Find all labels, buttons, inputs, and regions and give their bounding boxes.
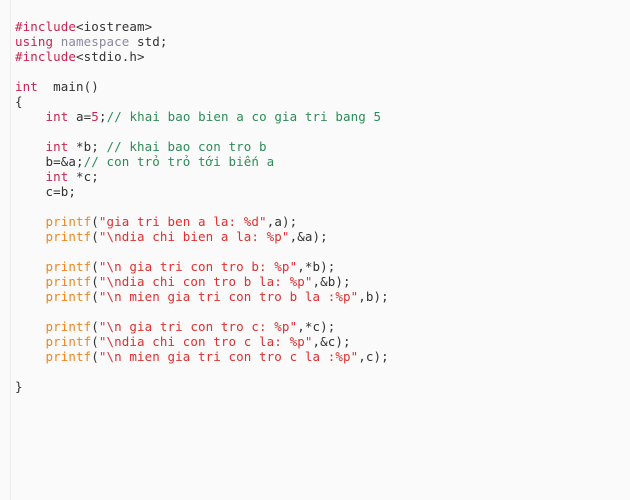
code-token-plain: *c; — [68, 168, 99, 184]
code-token-plain: main() — [37, 78, 99, 94]
code-line: #include<stdio.h> — [15, 49, 625, 64]
code-line: int a=5;// khai bao bien a co gia tri ba… — [15, 109, 625, 124]
code-line: { — [15, 94, 625, 109]
code-token-plain: } — [15, 378, 23, 394]
code-token-plain: c=b; — [15, 183, 77, 199]
code-token-cmt: // khai bao con tro b — [106, 138, 267, 154]
code-line: printf("\n gia tri con tro c: %p",*c); — [15, 319, 625, 334]
gutter-rule — [10, 0, 11, 500]
code-line: #include<iostream> — [15, 19, 625, 34]
code-token-fn: printf — [45, 258, 92, 274]
code-token-fn: printf — [45, 288, 92, 304]
code-line: int *b; // khai bao con tro b — [15, 139, 625, 154]
code-line: b=&a;// con trỏ trỏ tới biến a — [15, 154, 625, 169]
code-token-kw: int — [45, 138, 69, 154]
code-token-num: 5 — [91, 108, 99, 124]
code-token-kw: #include — [15, 18, 77, 34]
code-token-str: "gia tri ben a la: %d" — [98, 213, 267, 229]
code-token-plain: ( — [91, 333, 99, 349]
code-token-plain: ( — [91, 213, 99, 229]
code-token-kw: #include — [15, 48, 77, 64]
code-token-str: "\ndia chi bien a la: %p" — [98, 228, 290, 244]
code-token-plain: ( — [91, 228, 99, 244]
code-token-plain: ,*b); — [297, 258, 336, 274]
code-token-plain: ,c); — [358, 348, 389, 364]
code-line: using namespace std; — [15, 34, 625, 49]
code-line: } — [15, 379, 625, 394]
code-token-fn: printf — [45, 228, 92, 244]
code-token-kw: int — [45, 168, 69, 184]
code-token-plain: { — [15, 93, 23, 109]
code-token-str: "\n mien gia tri con tro b la :%p" — [98, 288, 359, 304]
code-line: c=b; — [15, 184, 625, 199]
code-token-plain: *b; — [68, 138, 107, 154]
code-line: printf("\n mien gia tri con tro b la :%p… — [15, 289, 625, 304]
code-token-plain: <stdio.h> — [76, 48, 145, 64]
code-line: printf("\n gia tri con tro b: %p",*b); — [15, 259, 625, 274]
code-token-str: "\n gia tri con tro c: %p" — [98, 318, 298, 334]
code-line: int *c; — [15, 169, 625, 184]
code-token-cmt: // khai bao bien a co gia tri bang 5 — [106, 108, 382, 124]
code-token-plain: ( — [91, 273, 99, 289]
code-token-plain: ( — [91, 318, 99, 334]
code-token-fn: printf — [45, 213, 92, 229]
code-token-cmt: // con trỏ trỏ tới biến a — [83, 153, 275, 169]
code-token-plain: ,&a); — [289, 228, 328, 244]
code-line: printf("gia tri ben a la: %d",a); — [15, 214, 625, 229]
code-token-kw: using — [15, 33, 54, 49]
code-token-plain: ; — [98, 108, 107, 124]
code-token-plain: ( — [91, 258, 99, 274]
code-token-plain: a= — [68, 108, 92, 124]
code-token-kw: int — [45, 108, 69, 124]
code-token-plain: ,&b); — [312, 273, 351, 289]
code-token-fn: printf — [45, 348, 92, 364]
code-token-str: "\n gia tri con tro b: %p" — [98, 258, 298, 274]
code-token-plain: ,b); — [358, 288, 389, 304]
code-token-plain: ( — [91, 348, 99, 364]
code-line: printf("\ndia chi bien a la: %p",&a); — [15, 229, 625, 244]
code-block: #include<iostream> using namespace std; #i… — [0, 0, 630, 500]
code-token-plain: std; — [129, 33, 168, 49]
code-token-plain: ( — [91, 288, 99, 304]
code-token-str: "\ndia chi con tro c la: %p" — [98, 333, 313, 349]
code-token-fn: printf — [45, 318, 92, 334]
source-code-listing[interactable]: #include<iostream> using namespace std; #i… — [15, 19, 625, 394]
code-line: printf("\n mien gia tri con tro c la :%p… — [15, 349, 625, 364]
code-token-plain: b=&a; — [15, 153, 84, 169]
code-line: printf("\ndia chi con tro b la: %p",&b); — [15, 274, 625, 289]
code-token-ns: namespace — [60, 33, 130, 49]
code-token-str: "\ndia chi con tro b la: %p" — [98, 273, 313, 289]
code-token-fn: printf — [45, 333, 92, 349]
code-line: int main() — [15, 79, 625, 94]
code-token-plain: ,*c); — [297, 318, 336, 334]
code-line: printf("\ndia chi con tro c la: %p",&c); — [15, 334, 625, 349]
code-token-str: "\n mien gia tri con tro c la :%p" — [98, 348, 359, 364]
code-token-kw: int — [15, 78, 38, 94]
code-token-fn: printf — [45, 273, 92, 289]
code-token-plain: ,&c); — [312, 333, 351, 349]
code-token-plain: <iostream> — [76, 18, 153, 34]
code-token-plain: ,a); — [266, 213, 298, 229]
